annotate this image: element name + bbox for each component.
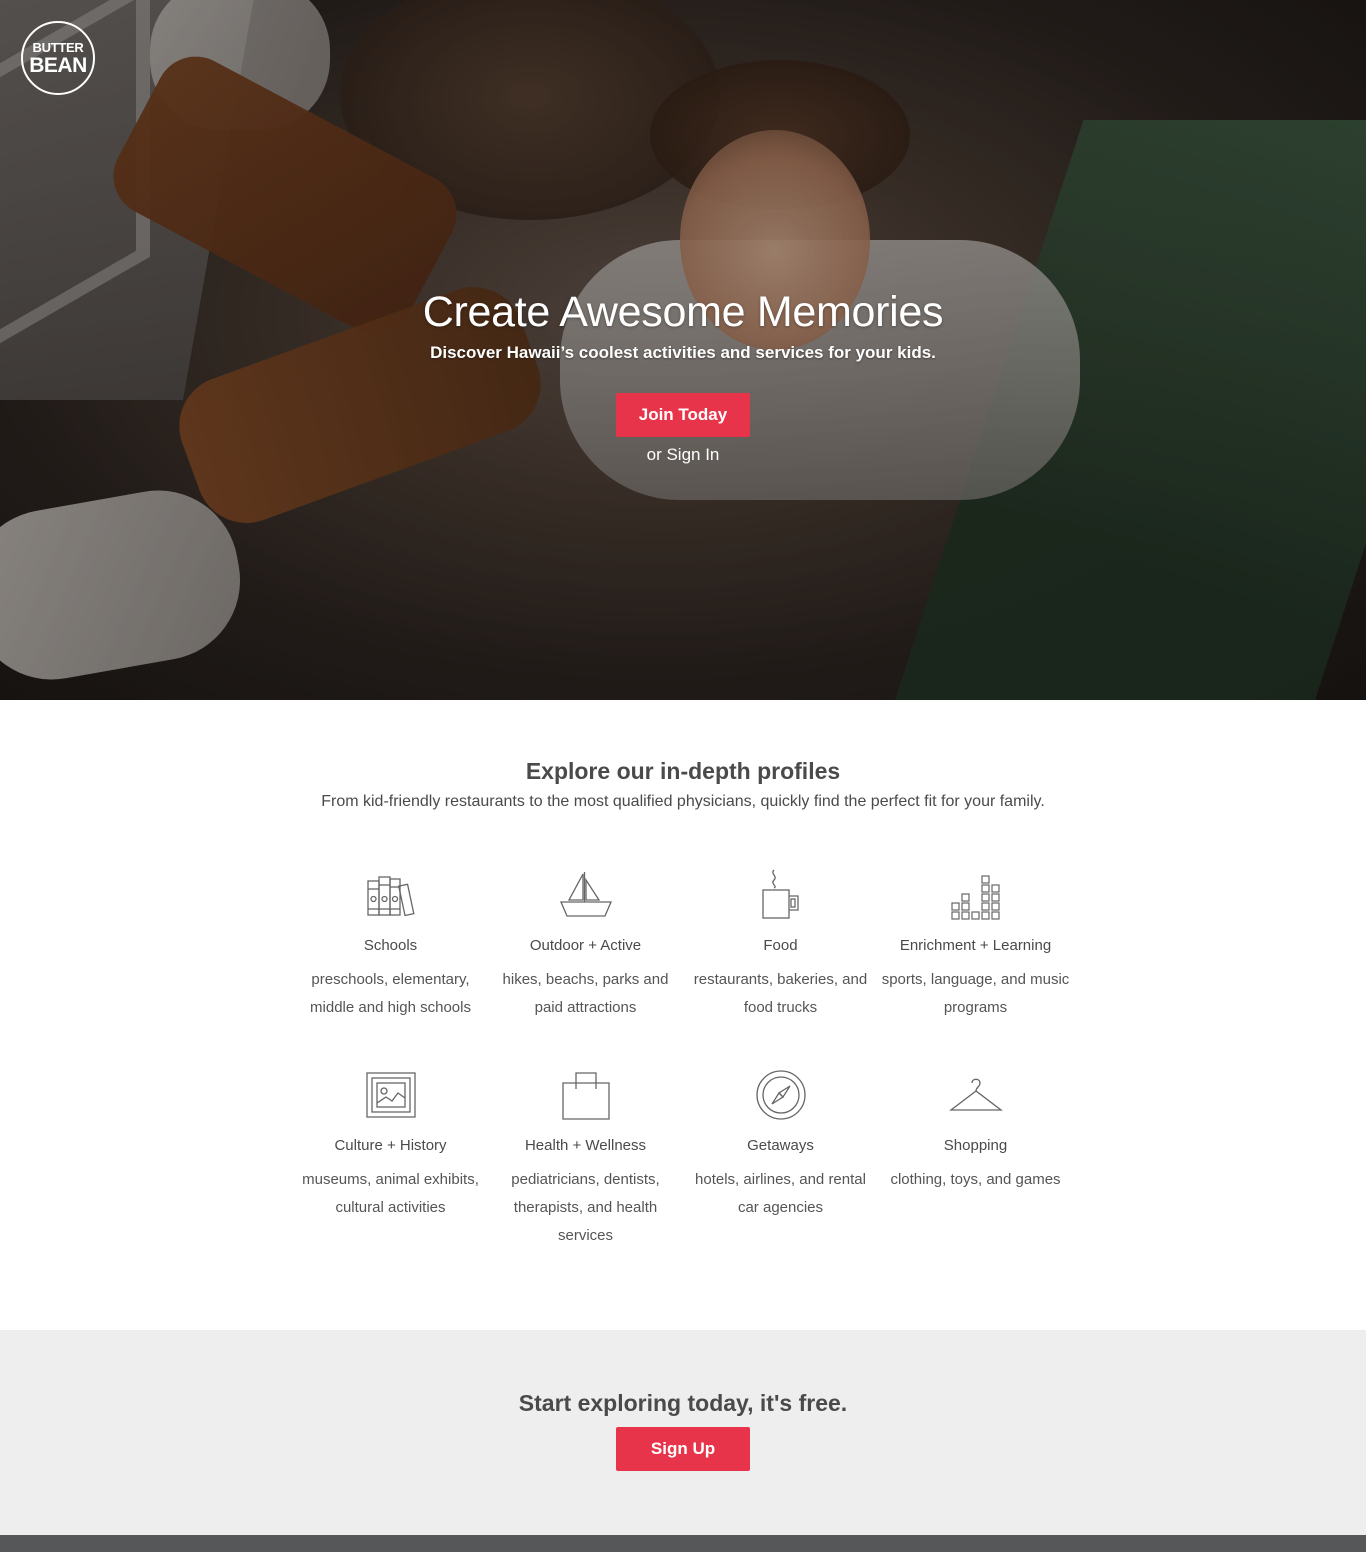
footer <box>0 1535 1366 1552</box>
signup-cta-section: Start exploring today, it's free. Sign U… <box>0 1330 1366 1535</box>
category-shopping[interactable]: Shopping clothing, toys, and games <box>878 1067 1073 1250</box>
category-desc: sports, language, and music programs <box>881 971 1070 1016</box>
category-name: Food <box>763 937 798 954</box>
books-icon <box>293 867 488 923</box>
hero-content: Create Awesome Memories Discover Hawaii’… <box>0 288 1366 465</box>
equalizer-icon <box>878 867 1073 923</box>
category-name: Getaways <box>747 1137 814 1154</box>
category-desc: museums, animal exhibits, cultural activ… <box>302 1171 479 1216</box>
logo-line-2: BEAN <box>29 53 87 77</box>
join-today-button[interactable]: Join Today <box>616 393 750 437</box>
category-desc: clothing, toys, and games <box>890 1171 1061 1188</box>
category-culture-history[interactable]: Culture + History museums, animal exhibi… <box>293 1067 488 1250</box>
profiles-subtitle: From kid-friendly restaurants to the mos… <box>321 793 1045 810</box>
category-desc: preschools, elementary, middle and high … <box>310 971 471 1016</box>
category-desc: hotels, airlines, and rental car agencie… <box>695 1171 866 1216</box>
logo[interactable]: BUTTER BEAN <box>21 21 95 95</box>
shopping-bag-icon <box>488 1067 683 1123</box>
category-outdoor-active[interactable]: Outdoor + Active hikes, beachs, parks an… <box>488 867 683 1022</box>
category-desc: pediatricians, dentists, therapists, and… <box>511 1171 660 1244</box>
category-name: Outdoor + Active <box>529 937 642 954</box>
category-name: Shopping <box>943 1137 1008 1154</box>
category-getaways[interactable]: Getaways hotels, airlines, and rental ca… <box>683 1067 878 1250</box>
profiles-title: Explore our in-depth profiles <box>525 758 841 784</box>
profiles-section: Explore our in-depth profiles From kid-f… <box>0 700 1366 1330</box>
framed-picture-icon <box>293 1067 488 1123</box>
category-schools[interactable]: Schools preschools, elementary, middle a… <box>293 867 488 1022</box>
sign-up-button[interactable]: Sign Up <box>616 1427 750 1471</box>
logo-line-1: BUTTER <box>32 39 84 55</box>
hero-section: BUTTER BEAN Create Awesome Memories Disc… <box>0 0 1366 700</box>
category-name: Health + Wellness <box>524 1137 647 1154</box>
category-food[interactable]: Food restaurants, bakeries, and food tru… <box>683 867 878 1022</box>
hero-title: Create Awesome Memories <box>422 288 944 336</box>
category-name: Schools <box>363 937 418 954</box>
cta-title: Start exploring today, it's free. <box>518 1390 848 1416</box>
hero-subtitle: Discover Hawaii’s coolest activities and… <box>430 343 936 362</box>
sailboat-icon <box>488 867 683 923</box>
category-grid: Schools preschools, elementary, middle a… <box>293 867 1073 1250</box>
category-desc: hikes, beachs, parks and paid attraction… <box>502 971 669 1016</box>
category-health-wellness[interactable]: Health + Wellness pediatricians, dentist… <box>488 1067 683 1250</box>
category-enrichment-learning[interactable]: Enrichment + Learning sports, language, … <box>878 867 1073 1022</box>
category-desc: restaurants, bakeries, and food trucks <box>693 971 868 1016</box>
compass-icon <box>683 1067 878 1123</box>
sign-in-link[interactable]: or Sign In <box>0 445 1366 465</box>
coffee-mug-icon <box>683 867 878 923</box>
category-name: Enrichment + Learning <box>899 937 1052 954</box>
category-name: Culture + History <box>334 1137 447 1154</box>
hanger-icon <box>878 1067 1073 1123</box>
